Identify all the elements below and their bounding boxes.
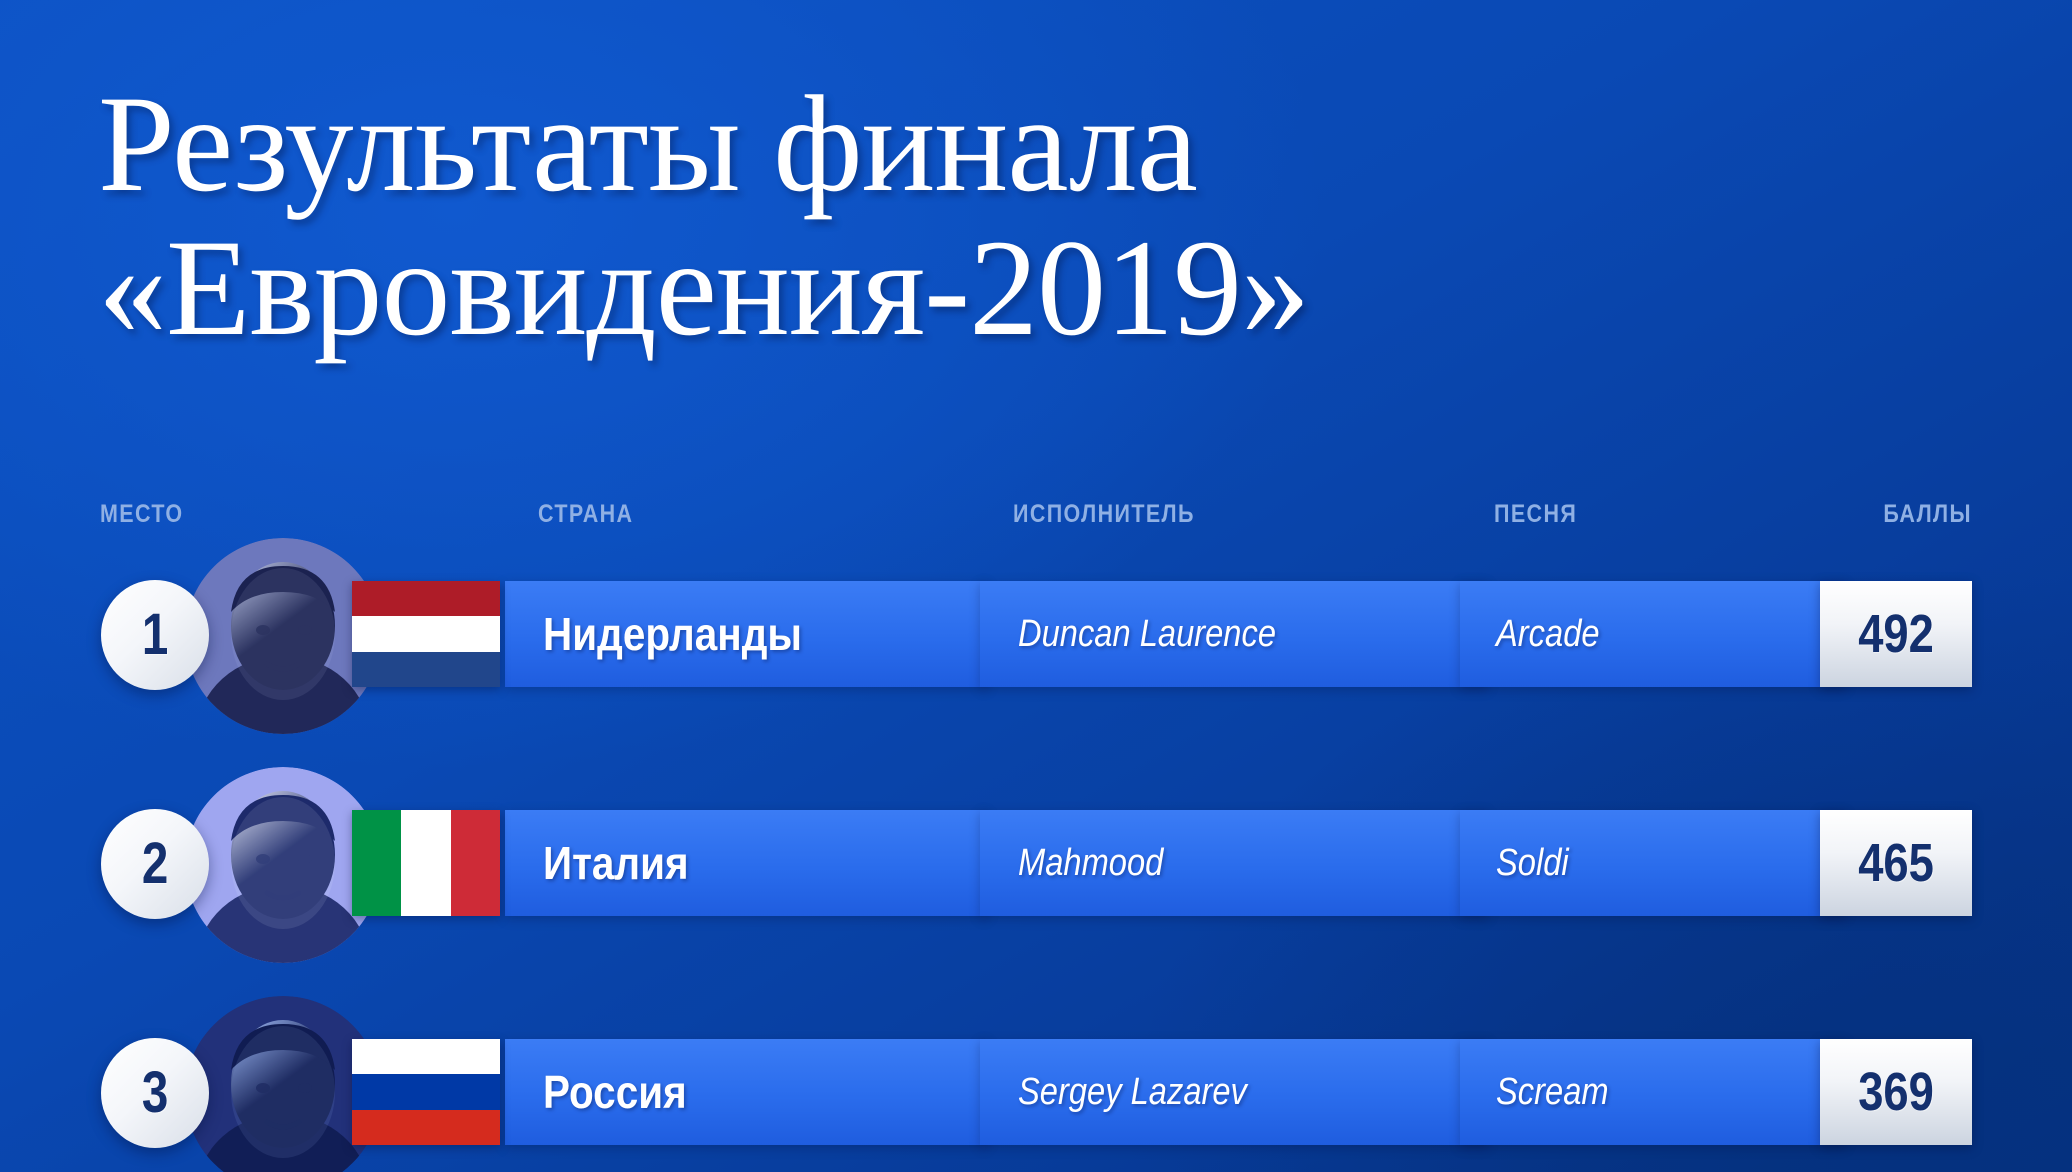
table-row: 1 Нидерланды Duncan Laurence Arcade 492	[0, 538, 2072, 734]
netherlands-flag	[352, 581, 500, 687]
points-value: 465	[1858, 833, 1934, 893]
italy-flag	[352, 810, 500, 916]
points-cell: 492	[1820, 581, 1972, 687]
country-name: Нидерланды	[543, 608, 802, 660]
artist-cell: Sergey Lazarev	[980, 1039, 1488, 1145]
column-header-country: СТРАНА	[538, 500, 634, 528]
song-title: Arcade	[1496, 612, 1600, 655]
column-header-song: ПЕСНЯ	[1494, 500, 1578, 528]
artist-cell: Duncan Laurence	[980, 581, 1488, 687]
infographic-canvas: Результаты финала «Евровидения-2019» МЕС…	[0, 0, 2072, 1172]
country-cell: Италия	[505, 810, 988, 916]
country-cell: Россия	[505, 1039, 988, 1145]
country-cell: Нидерланды	[505, 581, 988, 687]
artist-name: Sergey Lazarev	[1018, 1070, 1247, 1113]
table-row: 2 Италия Mahmood Soldi 465	[0, 767, 2072, 963]
column-header-artist: ИСПОЛНИТЕЛЬ	[1013, 500, 1195, 528]
column-header-points: БАЛЛЫ	[1883, 500, 1972, 528]
country-name: Италия	[543, 837, 689, 889]
song-title: Soldi	[1496, 841, 1569, 884]
points-cell: 369	[1820, 1039, 1972, 1145]
page-title: Результаты финала «Евровидения-2019»	[98, 67, 1310, 364]
artist-name: Mahmood	[1018, 841, 1164, 884]
rank-badge: 1	[101, 580, 209, 690]
rank-number: 3	[141, 1060, 169, 1125]
column-header-place: МЕСТО	[100, 500, 184, 528]
country-name: Россия	[543, 1066, 687, 1118]
artist-cell: Mahmood	[980, 810, 1488, 916]
points-value: 492	[1858, 604, 1934, 664]
russia-flag	[352, 1039, 500, 1145]
table-column-headers: МЕСТО СТРАНА ИСПОЛНИТЕЛЬ ПЕСНЯ БАЛЛЫ	[0, 500, 2072, 536]
rank-badge: 3	[101, 1038, 209, 1148]
rank-number: 2	[141, 831, 169, 896]
table-row: 3 Россия Sergey Lazarev Scream 369	[0, 996, 2072, 1172]
song-cell: Arcade	[1460, 581, 1846, 687]
points-cell: 465	[1820, 810, 1972, 916]
song-cell: Scream	[1460, 1039, 1846, 1145]
song-title: Scream	[1496, 1070, 1609, 1113]
rank-number: 1	[141, 602, 169, 667]
points-value: 369	[1858, 1062, 1934, 1122]
rank-badge: 2	[101, 809, 209, 919]
artist-name: Duncan Laurence	[1018, 612, 1276, 655]
song-cell: Soldi	[1460, 810, 1846, 916]
